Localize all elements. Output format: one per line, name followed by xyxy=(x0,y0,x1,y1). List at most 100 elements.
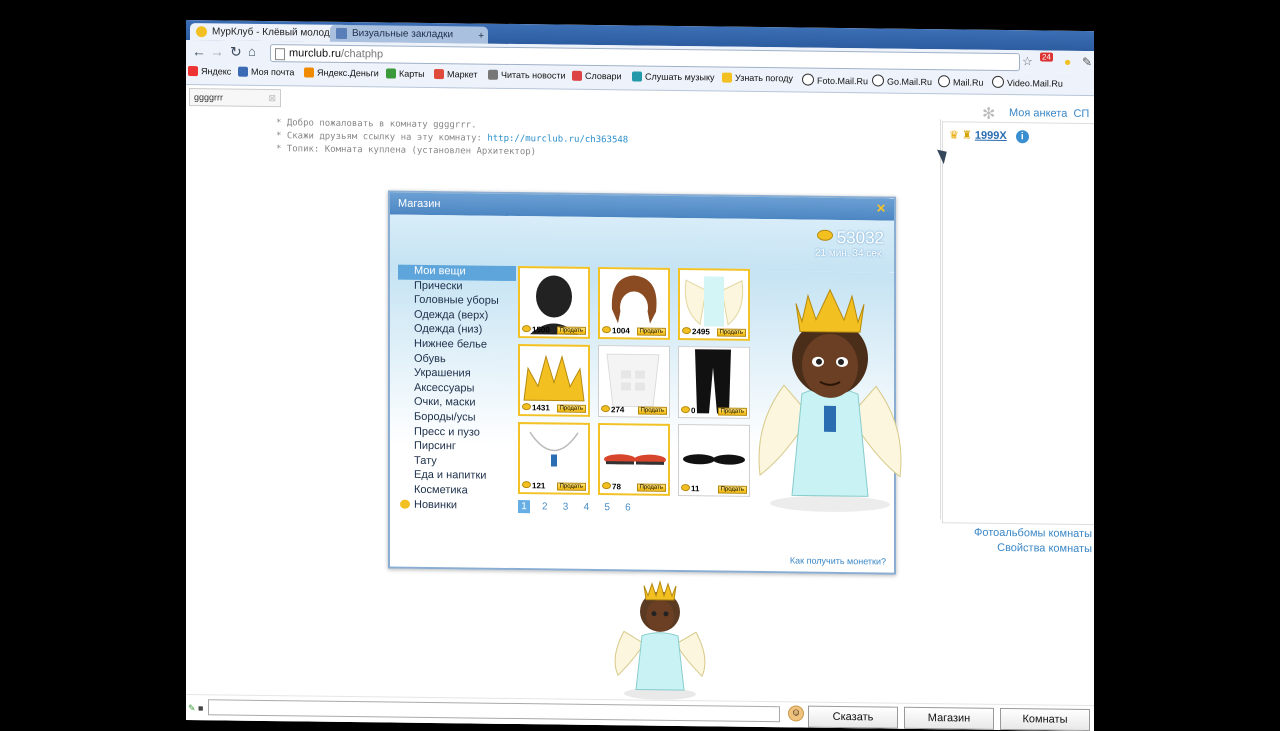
notification-badge[interactable]: 24 xyxy=(1040,52,1053,62)
room-tab[interactable]: ggggrrr ⊠ xyxy=(189,88,281,108)
how-to-get-coins-link[interactable]: Как получить монетки? xyxy=(790,555,886,566)
shop-item[interactable]: 78 Продать xyxy=(598,423,670,496)
sell-button[interactable]: Продать xyxy=(636,483,666,492)
page-button[interactable]: 5 xyxy=(601,501,613,514)
bookmark-item[interactable]: Словари xyxy=(572,70,622,81)
camera-icon[interactable]: ■ xyxy=(198,703,203,713)
bookmark-item[interactable]: Моя почта xyxy=(238,66,294,77)
room-avatar[interactable] xyxy=(604,571,716,702)
shop-categories: Мои вещи Прически Головные уборы Одежда … xyxy=(398,264,516,515)
page-button[interactable]: 1 xyxy=(518,500,530,514)
news-icon xyxy=(488,69,498,80)
bookmark-item[interactable]: Яндекс xyxy=(188,66,231,77)
page-button[interactable]: 6 xyxy=(622,501,634,514)
category-piercing[interactable]: Пирсинг xyxy=(398,440,516,456)
category-food[interactable]: Еда и напитки xyxy=(398,469,516,485)
chat-input-bar: ✎ ■ ☊ ◯ ☺ Сказать Магазин Комнаты xyxy=(186,694,1094,731)
page-button[interactable]: 3 xyxy=(560,501,572,514)
pencil-icon[interactable]: ✎ xyxy=(188,703,196,714)
sell-button[interactable]: Продать xyxy=(556,482,586,491)
smiley-icon[interactable]: ☺ xyxy=(788,705,804,722)
shop-item[interactable]: 121 Продать xyxy=(518,422,590,495)
page-button[interactable]: 2 xyxy=(539,500,551,513)
coin-balance: 53032 xyxy=(816,228,884,249)
tab-visual-bookmarks[interactable]: Визуальные закладки × xyxy=(330,24,488,44)
sell-button[interactable]: Продать xyxy=(556,404,586,413)
category-jewelry[interactable]: Украшения xyxy=(398,367,516,383)
new-tab-button[interactable]: + xyxy=(474,30,488,42)
bookmark-item[interactable]: Слушать музыку xyxy=(632,71,715,82)
shop-item[interactable]: 11 Продать xyxy=(678,424,750,497)
category-clothes-top[interactable]: Одежда (верх) xyxy=(398,308,516,324)
shop-item[interactable]: 1004 Продать xyxy=(598,267,670,340)
sell-button[interactable]: Продать xyxy=(637,406,667,415)
category-tattoo[interactable]: Тату xyxy=(398,454,516,470)
extension-icon[interactable]: ● xyxy=(1064,55,1071,69)
my-profile-link[interactable]: Моя анкета СП xyxy=(1009,107,1089,120)
category-cosmetics[interactable]: Косметика xyxy=(398,483,516,499)
trophy-icon: ♜ xyxy=(961,129,972,142)
weather-icon xyxy=(722,72,732,83)
room-links: Фотоальбомы комнаты Свойства комнаты xyxy=(974,526,1092,557)
bookmark-item[interactable]: Карты xyxy=(386,68,425,79)
page-button[interactable]: 4 xyxy=(580,501,592,514)
bookmark-item[interactable]: Маркет xyxy=(434,69,477,80)
bookmark-item[interactable]: Foto.Mail.Ru xyxy=(802,73,868,86)
category-abs[interactable]: Пресс и пузо xyxy=(398,425,516,441)
category-accessories[interactable]: Аксессуары xyxy=(398,381,516,397)
shop-item[interactable]: 274 Продать xyxy=(598,345,670,418)
bookmark-item[interactable]: Читать новости xyxy=(488,69,565,81)
category-new[interactable]: Новинки xyxy=(398,498,516,514)
star-icon[interactable]: ☆ xyxy=(1022,54,1033,68)
shop-item[interactable]: 2495 Продать xyxy=(678,268,750,341)
home-icon[interactable]: ⌂ xyxy=(248,44,256,60)
message-input[interactable] xyxy=(208,699,780,723)
room-link[interactable]: http://murclub.ru/ch363548 xyxy=(487,134,628,146)
info-icon[interactable]: i xyxy=(1015,130,1029,144)
item-price: 1004 xyxy=(602,326,630,335)
category-hairstyles[interactable]: Прически xyxy=(398,279,516,295)
pagination: 1 2 3 4 5 6 xyxy=(518,500,640,514)
maps-icon xyxy=(386,68,396,79)
say-button[interactable]: Сказать xyxy=(808,705,898,729)
sell-button[interactable]: Продать xyxy=(556,326,586,335)
rooms-button[interactable]: Комнаты xyxy=(1000,707,1090,731)
shop-item[interactable]: 1500 Продать xyxy=(518,266,590,339)
category-hats[interactable]: Головные уборы xyxy=(398,294,516,310)
close-room-icon[interactable]: ⊠ xyxy=(268,90,276,106)
sell-button[interactable]: Продать xyxy=(717,407,747,416)
back-icon[interactable]: ← xyxy=(192,43,206,59)
user-entry[interactable]: ♛ ♜ 1999X i xyxy=(949,128,1029,144)
close-icon[interactable]: ✕ xyxy=(876,201,888,215)
item-price: 11 xyxy=(681,484,699,493)
shop-timer: 21 мин. 34 сек. xyxy=(814,247,884,260)
sell-button[interactable]: Продать xyxy=(716,328,746,337)
room-albums-link[interactable]: Фотоальбомы комнаты xyxy=(974,526,1092,542)
shop-button[interactable]: Магазин xyxy=(904,706,994,730)
foto-mail-icon xyxy=(802,73,814,86)
category-my-items[interactable]: Мои вещи xyxy=(398,264,516,281)
bookmark-item[interactable]: Video.Mail.Ru xyxy=(992,75,1063,89)
murclub-favicon-icon xyxy=(196,26,207,38)
category-shoes[interactable]: Обувь xyxy=(398,352,516,368)
sell-button[interactable]: Продать xyxy=(636,327,666,336)
item-price: 1431 xyxy=(522,403,550,412)
bookmark-item[interactable]: Mail.Ru xyxy=(938,75,984,88)
shop-item[interactable]: 0 Продать xyxy=(678,346,750,419)
reload-icon[interactable]: ↻ xyxy=(230,44,242,60)
category-clothes-bottom[interactable]: Одежда (низ) xyxy=(398,323,516,339)
category-glasses[interactable]: Очки, маски xyxy=(398,396,516,412)
room-settings-link[interactable]: Свойства комнаты xyxy=(974,541,1092,557)
sell-button[interactable]: Продать xyxy=(717,485,747,494)
user-name[interactable]: 1999X xyxy=(975,130,1007,142)
forward-icon[interactable]: → xyxy=(210,43,224,59)
bookmark-item[interactable]: Go.Mail.Ru xyxy=(872,74,932,87)
category-underwear[interactable]: Нижнее белье xyxy=(398,338,516,354)
bookmark-item[interactable]: Яндекс.Деньги xyxy=(304,67,379,78)
bookmark-item[interactable]: Узнать погоду xyxy=(722,72,793,83)
wrench-icon[interactable]: ✎ xyxy=(1082,55,1092,69)
category-beards[interactable]: Бороды/усы xyxy=(398,411,516,427)
item-price: 274 xyxy=(601,405,624,414)
shop-item[interactable]: 1431 Продать xyxy=(518,344,590,417)
tab-murclub[interactable]: МурКлуб - Клёвый молод × xyxy=(190,23,348,42)
